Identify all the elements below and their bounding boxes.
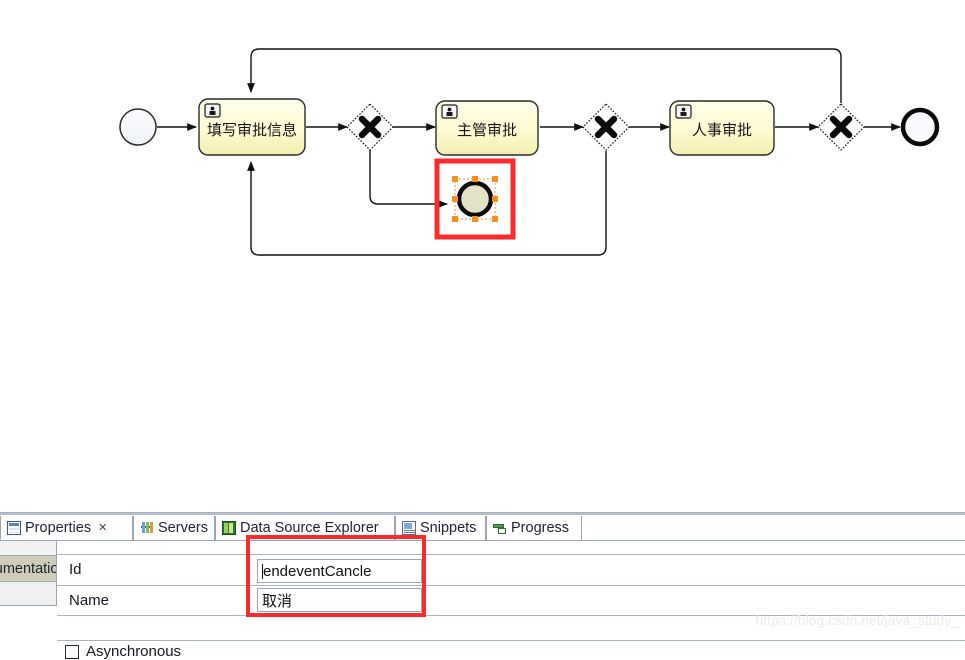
asynchronous-checkbox[interactable] bbox=[65, 644, 79, 659]
close-icon[interactable]: ✕ bbox=[98, 521, 107, 534]
section-tab-extra[interactable] bbox=[0, 582, 57, 606]
id-input[interactable]: endeventCancle bbox=[257, 559, 422, 583]
node-gateway-3[interactable] bbox=[817, 103, 865, 151]
tab-data-source-explorer[interactable]: Data Source Explorer bbox=[215, 516, 395, 540]
tab-snippets-label: Snippets bbox=[420, 520, 477, 536]
panel-top-divider bbox=[0, 513, 965, 515]
properties-section-tabs: Documentation bbox=[0, 541, 57, 606]
bpmn-diagram-svg: 填写审批信息 主管审批 人事审批 bbox=[119, 48, 940, 256]
progress-icon bbox=[493, 521, 507, 535]
form-row-id bbox=[57, 555, 965, 586]
task2-label: 主管审批 bbox=[457, 122, 517, 139]
form-divider-0 bbox=[57, 541, 965, 555]
node-user-task-2[interactable]: 主管审批 bbox=[435, 100, 539, 156]
tab-properties[interactable]: Properties ✕ bbox=[0, 516, 133, 540]
task3-label: 人事审批 bbox=[692, 122, 752, 139]
id-input-value: endeventCancle bbox=[263, 562, 372, 580]
tab-servers-label: Servers bbox=[158, 520, 208, 536]
section-tab-documentation[interactable]: Documentation bbox=[0, 556, 57, 582]
flow-gw2-loop-task1 bbox=[247, 151, 607, 256]
flow-gw3-loop-task1 bbox=[247, 48, 842, 103]
bpmn-diagram-canvas[interactable]: 填写审批信息 主管审批 人事审批 bbox=[0, 0, 965, 512]
tab-servers[interactable]: Servers bbox=[133, 516, 215, 540]
node-gateway-2[interactable] bbox=[582, 103, 630, 151]
task1-label: 填写审批信息 bbox=[207, 122, 297, 139]
name-input-value: 取消 bbox=[262, 592, 293, 610]
section-tab-documentation-label: Documentation bbox=[0, 560, 56, 577]
user-task-icon bbox=[675, 104, 692, 119]
node-start-event[interactable] bbox=[119, 108, 157, 146]
tab-snippets[interactable]: Snippets bbox=[395, 516, 486, 540]
tab-properties-label: Properties bbox=[25, 519, 92, 536]
tab-data-source-explorer-label: Data Source Explorer bbox=[240, 520, 379, 536]
end-event-circle bbox=[456, 180, 494, 218]
asynchronous-checkbox-row[interactable]: Asynchronous bbox=[65, 643, 181, 660]
properties-icon bbox=[7, 520, 21, 535]
section-tab-general[interactable] bbox=[0, 541, 57, 556]
node-gateway-1[interactable] bbox=[346, 103, 394, 151]
tab-progress[interactable]: Progress bbox=[486, 516, 582, 540]
name-field-label: Name bbox=[69, 592, 110, 609]
view-tab-strip: Properties ✕ Servers Data Source Explore… bbox=[0, 516, 965, 541]
watermark-text: https://blog.csdn.net/java_study_ bbox=[755, 613, 959, 628]
user-task-icon bbox=[441, 104, 458, 119]
id-field-label: Id bbox=[69, 561, 82, 578]
node-user-task-3[interactable]: 人事审批 bbox=[669, 100, 775, 156]
node-end-event[interactable] bbox=[900, 107, 940, 147]
form-row-name bbox=[57, 586, 965, 616]
data-source-explorer-icon bbox=[222, 521, 236, 535]
end-event-circle bbox=[900, 107, 940, 147]
servers-icon bbox=[140, 521, 154, 535]
tab-progress-label: Progress bbox=[511, 520, 570, 536]
asynchronous-label: Asynchronous bbox=[86, 643, 182, 660]
name-input[interactable]: 取消 bbox=[257, 588, 422, 612]
node-end-event-cancel-selected[interactable] bbox=[434, 158, 516, 240]
snippets-icon bbox=[402, 521, 416, 535]
user-task-icon bbox=[204, 103, 221, 118]
node-user-task-1[interactable]: 填写审批信息 bbox=[198, 98, 306, 156]
start-event-circle bbox=[119, 108, 157, 146]
